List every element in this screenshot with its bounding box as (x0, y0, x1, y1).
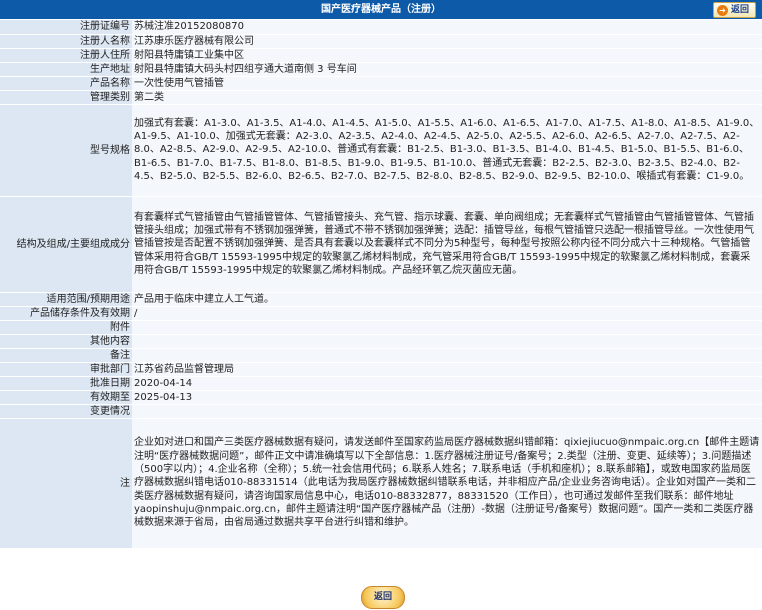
field-label: 注册人名称 (0, 34, 132, 49)
field-label: 变更情况 (0, 404, 132, 419)
row-approval-date: 批准日期 2020-04-14 (0, 376, 762, 391)
field-value (132, 404, 762, 419)
field-value: 苏械注准20152080870 (132, 20, 762, 35)
field-value: 江苏康乐医疗器械有限公司 (132, 34, 762, 49)
field-value (132, 334, 762, 349)
field-label: 批准日期 (0, 376, 132, 391)
back-arrow-icon: ➜ (716, 4, 728, 16)
field-value: 产品用于临床中建立人工气道。 (132, 292, 762, 307)
row-production-address: 生产地址 射阳县特庸镇大码头村四组亨通大道南侧 3 号车间 (0, 62, 762, 77)
row-intended-use: 适用范围/预期用途 产品用于临床中建立人工气道。 (0, 292, 762, 307)
field-value: 射阳县特庸镇大码头村四组亨通大道南侧 3 号车间 (132, 62, 762, 77)
field-value (132, 348, 762, 363)
field-value: 有套囊样式气管插管由气管插管管体、气管插管接头、充气管、指示球囊、套囊、单向阀组… (132, 196, 762, 293)
field-value (132, 320, 762, 335)
field-label: 注 (0, 418, 132, 549)
field-value: 第二类 (132, 90, 762, 105)
field-label: 结构及组成/主要组成成分 (0, 196, 132, 293)
field-label: 注册人住所 (0, 48, 132, 63)
row-registration-number: 注册证编号 苏械注准20152080870 (0, 20, 762, 35)
field-value: 一次性使用气管插管 (132, 76, 762, 91)
field-label: 适用范围/预期用途 (0, 292, 132, 307)
field-value: 射阳县特庸镇工业集中区 (132, 48, 762, 63)
field-value: / (132, 306, 762, 321)
field-label: 其他内容 (0, 334, 132, 349)
field-label: 有效期至 (0, 390, 132, 405)
row-storage-validity: 产品储存条件及有效期 / (0, 306, 762, 321)
field-label: 产品名称 (0, 76, 132, 91)
detail-table: 注册证编号 苏械注准20152080870 注册人名称 江苏康乐医疗器械有限公司… (0, 20, 762, 549)
bottom-back-button[interactable]: 返回 (361, 586, 405, 609)
field-label: 产品储存条件及有效期 (0, 306, 132, 321)
field-value: 2025-04-13 (132, 390, 762, 405)
field-label: 审批部门 (0, 362, 132, 377)
row-approval-department: 审批部门 江苏省药品监督管理局 (0, 362, 762, 377)
row-note: 注 企业如对进口和国产三类医疗器械数据有疑问，请发送邮件至国家药监局医疗器械数据… (0, 418, 762, 549)
row-change-status: 变更情况 (0, 404, 762, 419)
field-value: 企业如对进口和国产三类医疗器械数据有疑问，请发送邮件至国家药监局医疗器械数据纠错… (132, 418, 762, 549)
row-other-content: 其他内容 (0, 334, 762, 349)
field-value: 2020-04-14 (132, 376, 762, 391)
back-button[interactable]: ➜ 返回 (712, 2, 756, 18)
field-label: 注册证编号 (0, 20, 132, 35)
field-value: 江苏省药品监督管理局 (132, 362, 762, 377)
row-model-spec: 型号规格 加强式有套囊：A1-3.0、A1-3.5、A1-4.0、A1-4.5、… (0, 104, 762, 197)
field-label: 管理类别 (0, 90, 132, 105)
page-header: 国产医疗器械产品（注册） ➜ 返回 (0, 0, 762, 19)
row-product-name: 产品名称 一次性使用气管插管 (0, 76, 762, 91)
row-registrant-name: 注册人名称 江苏康乐医疗器械有限公司 (0, 34, 762, 49)
field-label: 备注 (0, 348, 132, 363)
row-structure-composition: 结构及组成/主要组成成分 有套囊样式气管插管由气管插管管体、气管插管接头、充气管… (0, 196, 762, 293)
field-label: 附件 (0, 320, 132, 335)
row-attachments: 附件 (0, 320, 762, 335)
row-valid-until: 有效期至 2025-04-13 (0, 390, 762, 405)
row-remarks: 备注 (0, 348, 762, 363)
row-registrant-address: 注册人住所 射阳县特庸镇工业集中区 (0, 48, 762, 63)
field-label: 生产地址 (0, 62, 132, 77)
field-value: 加强式有套囊：A1-3.0、A1-3.5、A1-4.0、A1-4.5、A1-5.… (132, 104, 762, 197)
field-label: 型号规格 (0, 104, 132, 197)
page-title: 国产医疗器械产品（注册） (321, 4, 441, 15)
back-button-label: 返回 (730, 5, 749, 15)
row-management-class: 管理类别 第二类 (0, 90, 762, 105)
